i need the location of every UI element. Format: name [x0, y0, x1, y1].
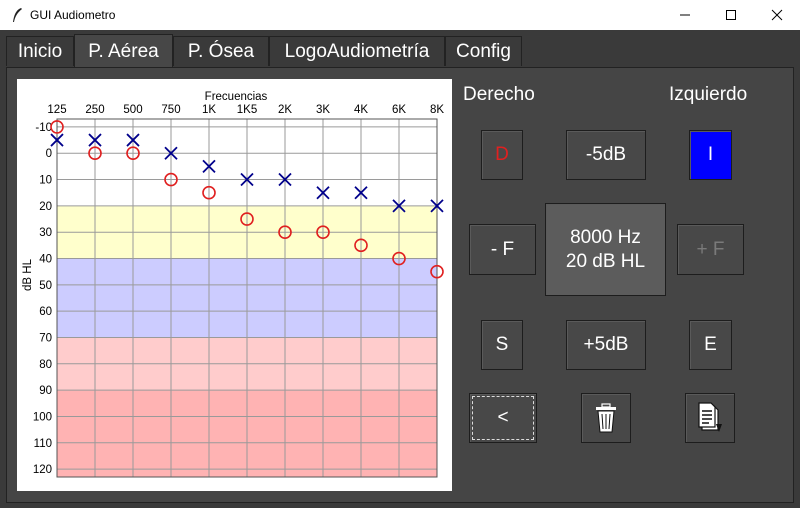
display-frequency: 8000 Hz: [570, 226, 641, 248]
window-titlebar: GUI Audiometro: [0, 0, 800, 30]
report-button[interactable]: [685, 393, 735, 443]
minus-5db-button[interactable]: -5dB: [566, 130, 646, 180]
x-tick-label: 750: [161, 104, 180, 116]
left-ear-button[interactable]: I: [689, 130, 732, 180]
plus-frequency-button[interactable]: + F: [677, 224, 744, 275]
x-tick-label: 8K: [430, 104, 444, 116]
y-tick-label: 60: [39, 306, 52, 318]
y-tick-label: 50: [39, 280, 52, 292]
x-tick-label: 6K: [392, 104, 406, 116]
tab-inicio[interactable]: Inicio: [6, 36, 74, 66]
feather-icon: [13, 8, 22, 22]
y-tick-label: 70: [39, 332, 52, 344]
y-tick-label: 120: [33, 464, 52, 476]
x-tick-label: 250: [85, 104, 104, 116]
y-tick-label: 40: [39, 254, 52, 266]
y-tick-label: 20: [39, 201, 52, 213]
y-tick-label: -10: [35, 122, 52, 134]
x-tick-label: 2K: [278, 104, 292, 116]
back-button[interactable]: <: [469, 393, 537, 443]
audiogram-svg: 125 250 500 750 1K 1K5 2K 3K 4K 6K 8K -10 0 10 20 30 40…: [22, 91, 444, 478]
x-tick-label: 1K: [202, 104, 216, 116]
tab-p-osea[interactable]: P. Ósea: [173, 36, 269, 66]
y-tick-label: 30: [39, 227, 52, 239]
x-tick-label: 1K5: [237, 104, 257, 116]
maximize-button[interactable]: [708, 0, 754, 30]
delete-button[interactable]: [581, 393, 631, 443]
y-tick-label: 100: [33, 411, 52, 423]
right-ear-button[interactable]: D: [481, 130, 523, 180]
s-button[interactable]: S: [481, 320, 523, 370]
minimize-button[interactable]: [662, 0, 708, 30]
plus-5db-button[interactable]: +5dB: [566, 320, 646, 370]
report-icon: [698, 402, 722, 432]
y-tick-label: 10: [39, 175, 52, 187]
chart-title: Frecuencias: [205, 91, 268, 103]
maximize-icon: [726, 10, 736, 20]
tab-config[interactable]: Config: [445, 36, 522, 66]
display-level: 20 dB HL: [565, 250, 646, 272]
right-ear-label: Derecho: [463, 84, 535, 105]
stimulus-display: 8000 Hz 20 dB HL: [545, 203, 666, 296]
trash-icon: [596, 403, 616, 433]
x-tick-label: 3K: [316, 104, 330, 116]
window-title: GUI Audiometro: [30, 8, 116, 22]
x-tick-label: 500: [123, 104, 142, 116]
x-tick-label: 125: [47, 104, 66, 116]
tab-p-aerea[interactable]: P. Aérea: [74, 34, 173, 67]
left-ear-label: Izquierdo: [669, 84, 748, 105]
tab-logoaudiometria[interactable]: LogoAudiometría: [269, 36, 445, 66]
tab-bar: Inicio P. Aérea P. Ósea LogoAudiometría …: [0, 30, 800, 68]
minimize-icon: [680, 14, 690, 16]
y-tick-label: 0: [46, 148, 52, 160]
close-button[interactable]: [754, 0, 800, 30]
e-button[interactable]: E: [689, 320, 732, 370]
close-icon: [771, 9, 783, 21]
minus-frequency-button[interactable]: - F: [469, 224, 536, 275]
y-tick-label: 80: [39, 359, 52, 371]
chart-ylabel: dB HL: [22, 258, 34, 291]
x-tick-label: 4K: [354, 104, 368, 116]
y-tick-label: 110: [34, 438, 52, 450]
y-tick-label: 90: [39, 385, 52, 397]
audiogram-chart[interactable]: 125 250 500 750 1K 1K5 2K 3K 4K 6K 8K -10 0 10 20 30 40…: [17, 79, 452, 491]
